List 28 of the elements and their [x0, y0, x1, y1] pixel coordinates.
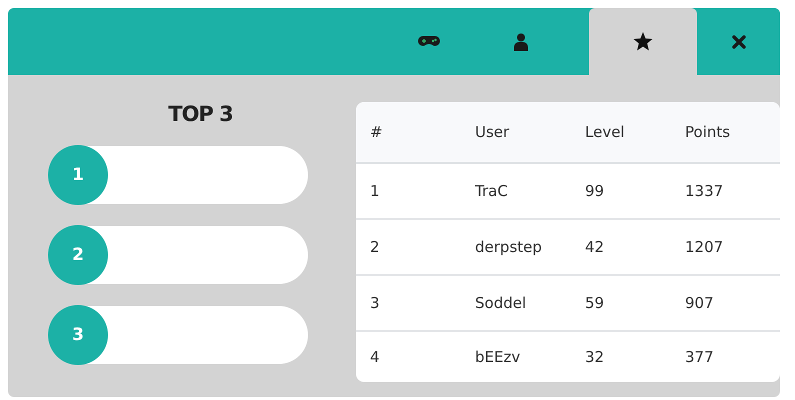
star-icon	[633, 32, 653, 51]
rank-badge: 1	[48, 145, 108, 205]
table-cell: 4	[370, 348, 380, 366]
table-cell: 1337	[685, 182, 724, 200]
table-cell: 2	[370, 238, 380, 256]
gamepad-icon	[418, 35, 440, 48]
close-icon	[732, 34, 746, 48]
column-header: Points	[685, 123, 730, 141]
table-cell: 3	[370, 294, 380, 312]
table-cell: TraC	[475, 182, 508, 200]
table-cell: derpstep	[475, 238, 542, 256]
table-cell: 377	[685, 348, 714, 366]
column-header: User	[475, 123, 510, 141]
table-cell: 1	[370, 182, 380, 200]
table-cell: 907	[685, 294, 714, 312]
user-icon	[514, 32, 528, 50]
table-cell: 1207	[685, 238, 724, 256]
column-header: #	[370, 123, 383, 141]
table-cell: bEEzv	[475, 348, 520, 366]
table-cell: 32	[585, 348, 604, 366]
column-header: Level	[585, 123, 625, 141]
rank-badge: 3	[48, 305, 108, 365]
rank-badge: 2	[48, 225, 108, 285]
table-cell: 59	[585, 294, 604, 312]
section-title: TOP 3	[168, 102, 233, 126]
table-cell: 42	[585, 238, 604, 256]
table-cell: Soddel	[475, 294, 526, 312]
table-cell: 99	[585, 182, 604, 200]
